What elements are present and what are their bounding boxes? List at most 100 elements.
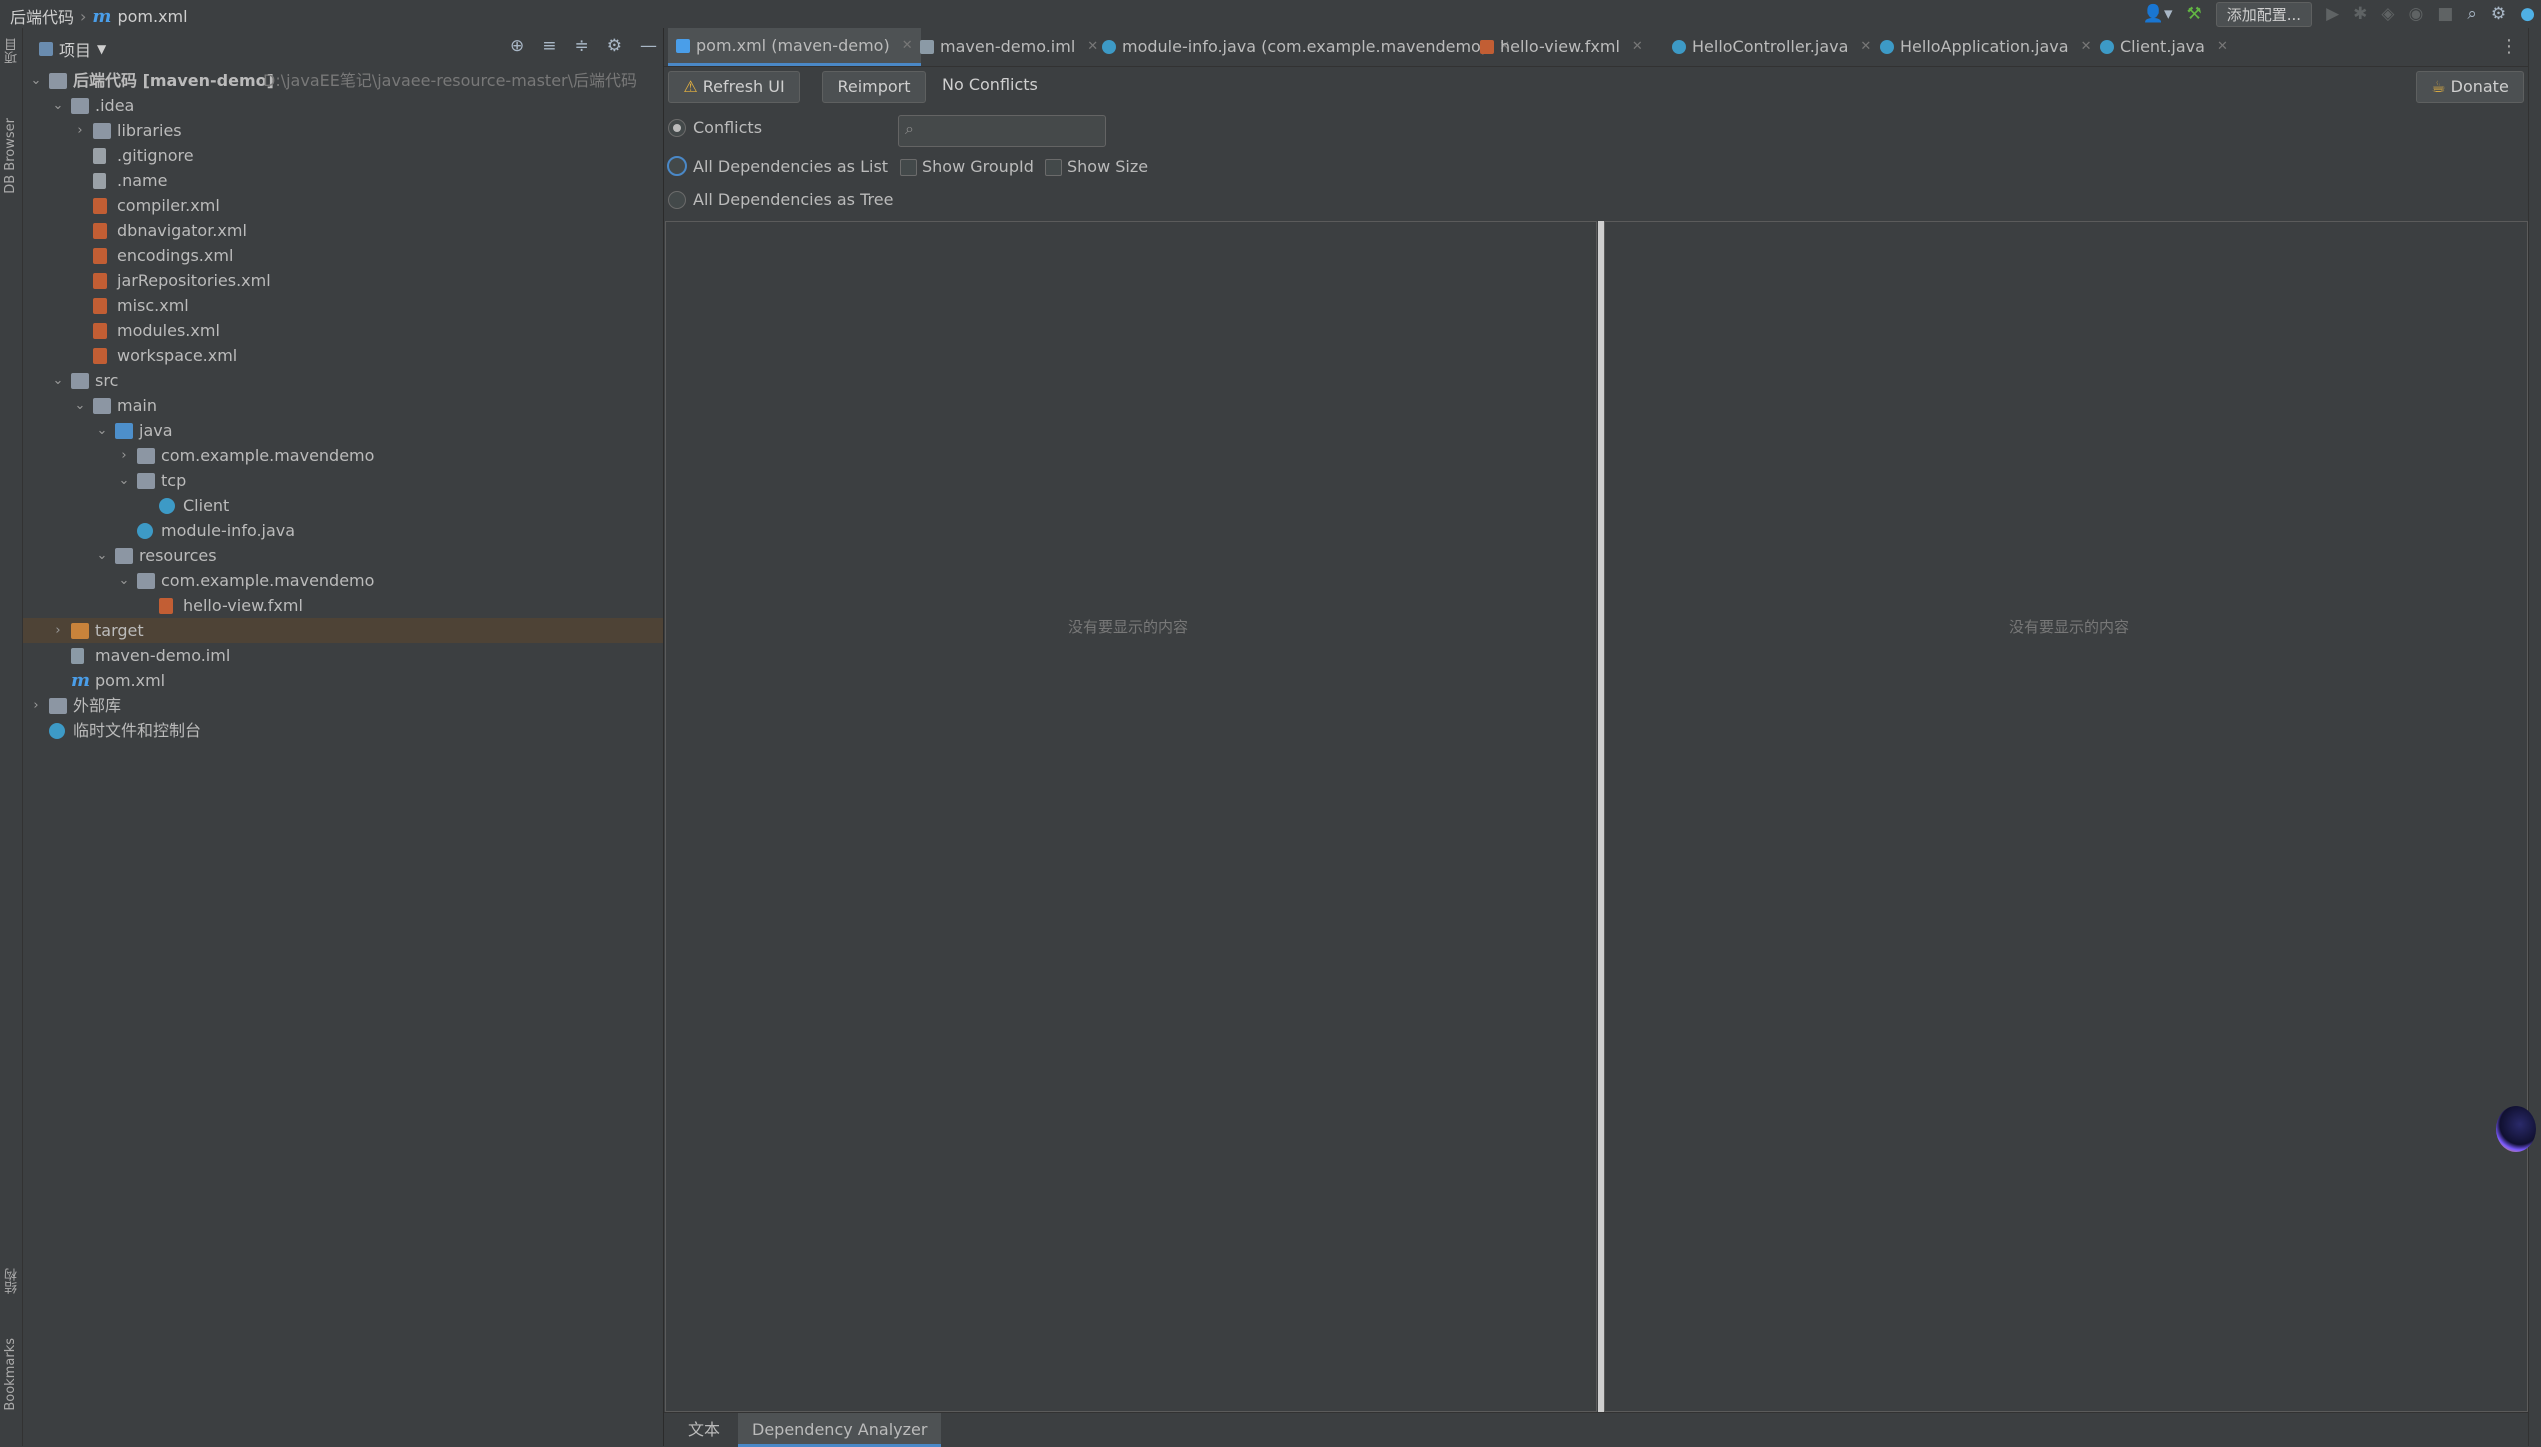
conflicts-radio[interactable]: [668, 119, 686, 137]
show-size-checkbox[interactable]: [1045, 159, 1062, 176]
tree-item[interactable]: maven-demo.iml: [23, 643, 663, 668]
conflicts-radio-label[interactable]: Conflicts: [693, 118, 762, 137]
structure-tool-tab[interactable]: 结构: [3, 1268, 22, 1294]
bookmarks-tool-tab[interactable]: Bookmarks: [3, 1338, 18, 1411]
tree-item[interactable]: › 外部库: [23, 693, 663, 718]
add-configuration-button[interactable]: 添加配置...: [2215, 1, 2313, 27]
chevron-right-icon[interactable]: ›: [29, 693, 43, 718]
editor-tab[interactable]: maven-demo.iml ✕: [912, 28, 1106, 66]
expand-all-icon[interactable]: ≡: [542, 36, 556, 56]
maven-icon: m: [71, 670, 91, 691]
tree-item[interactable]: › target: [23, 618, 663, 643]
tree-item[interactable]: › libraries: [23, 118, 663, 143]
plugin-icon[interactable]: ●: [2520, 4, 2535, 24]
chevron-right-icon[interactable]: ›: [51, 618, 65, 643]
assistant-orb-icon[interactable]: [2496, 1106, 2536, 1152]
refresh-ui-button[interactable]: ⚠ Refresh UI: [668, 71, 800, 103]
tree-item-label: tcp: [161, 471, 187, 490]
all-dependencies-list-radio[interactable]: [667, 156, 687, 176]
chevron-down-icon[interactable]: ⌄: [73, 393, 87, 418]
tree-item[interactable]: compiler.xml: [23, 193, 663, 218]
close-icon[interactable]: ✕: [902, 27, 913, 65]
chevron-down-icon[interactable]: ⌄: [29, 68, 43, 93]
tree-item[interactable]: workspace.xml: [23, 343, 663, 368]
hide-icon[interactable]: —: [640, 36, 657, 56]
donate-button[interactable]: ☕ Donate: [2416, 71, 2524, 103]
tree-item[interactable]: misc.xml: [23, 293, 663, 318]
profile-icon[interactable]: ◉: [2408, 4, 2423, 24]
tree-item[interactable]: jarRepositories.xml: [23, 268, 663, 293]
file-java-icon: [2100, 40, 2114, 54]
tree-item[interactable]: m pom.xml: [23, 668, 663, 693]
gear-icon[interactable]: ⚙: [607, 36, 622, 56]
tree-item[interactable]: 临时文件和控制台: [23, 718, 663, 743]
tree-item[interactable]: dbnavigator.xml: [23, 218, 663, 243]
reimport-button[interactable]: Reimport: [822, 71, 926, 103]
run-icon[interactable]: ▶: [2326, 4, 2339, 24]
breadcrumb-file[interactable]: pom.xml: [117, 7, 187, 26]
build-hammer-icon[interactable]: ⚒: [2187, 4, 2202, 24]
locate-icon[interactable]: ⊕: [510, 36, 524, 56]
donate-icon: ☕: [2431, 77, 2446, 96]
tree-item[interactable]: ⌄ .idea: [23, 93, 663, 118]
tree-item[interactable]: ⌄ resources: [23, 543, 663, 568]
editor-tab[interactable]: pom.xml (maven-demo) ✕: [668, 28, 921, 66]
gear-icon[interactable]: ⚙: [2491, 4, 2506, 24]
chevron-down-icon[interactable]: ⌄: [95, 418, 109, 443]
tree-item[interactable]: › com.example.mavendemo: [23, 443, 663, 468]
file-xml-icon: [93, 273, 107, 289]
tree-item[interactable]: module-info.java: [23, 518, 663, 543]
close-icon[interactable]: ✕: [1632, 28, 1643, 66]
all-dependencies-tree-label[interactable]: All Dependencies as Tree: [693, 190, 893, 209]
user-icon[interactable]: 👤▾: [2143, 4, 2173, 24]
breadcrumb-project[interactable]: 后端代码: [10, 4, 74, 28]
tree-item[interactable]: ⌄ src: [23, 368, 663, 393]
close-icon[interactable]: ✕: [1860, 28, 1871, 66]
all-dependencies-list-label[interactable]: All Dependencies as List: [693, 157, 888, 176]
tree-item[interactable]: .gitignore: [23, 143, 663, 168]
all-dependencies-tree-radio[interactable]: [668, 191, 686, 209]
tree-item[interactable]: ⌄ main: [23, 393, 663, 418]
tree-item[interactable]: ⌄ 后端代码 [maven-demo] D:\javaEE笔记\javaee-res…: [23, 68, 663, 93]
chevron-down-icon[interactable]: ⌄: [117, 568, 131, 593]
chevron-down-icon[interactable]: ⌄: [51, 93, 65, 118]
chevron-down-icon[interactable]: ⌄: [51, 368, 65, 393]
tab-text[interactable]: 文本: [674, 1413, 734, 1447]
show-groupid-checkbox[interactable]: [900, 159, 917, 176]
show-groupid-label[interactable]: Show GroupId: [922, 157, 1034, 176]
close-icon[interactable]: ✕: [2217, 28, 2228, 66]
editor-tab[interactable]: HelloController.java ✕: [1664, 28, 1879, 66]
editor-tab[interactable]: HelloApplication.java ✕: [1872, 28, 2099, 66]
editor-tab[interactable]: hello-view.fxml ✕: [1472, 28, 1651, 66]
tree-item[interactable]: ⌄ com.example.mavendemo: [23, 568, 663, 593]
debug-icon[interactable]: ✱: [2353, 4, 2367, 24]
db-browser-tool-tab[interactable]: DB Browser: [3, 118, 18, 194]
tree-item[interactable]: Client: [23, 493, 663, 518]
coverage-icon[interactable]: ◈: [2381, 4, 2394, 24]
collapse-all-icon[interactable]: ≑: [575, 36, 589, 56]
dependency-details-pane[interactable]: 没有要显示的内容: [1604, 221, 2528, 1412]
project-tool-tab[interactable]: 项目: [3, 38, 22, 64]
tree-item[interactable]: encodings.xml: [23, 243, 663, 268]
editor-tab[interactable]: Client.java ✕: [2092, 28, 2236, 66]
more-tabs-icon[interactable]: ⋮: [2500, 36, 2518, 57]
tab-dependency-analyzer[interactable]: Dependency Analyzer: [738, 1413, 942, 1447]
project-view-selector[interactable]: 项目 ▼: [39, 37, 106, 61]
tree-item[interactable]: ⌄ tcp: [23, 468, 663, 493]
chevron-down-icon[interactable]: ⌄: [95, 543, 109, 568]
dependency-list-pane[interactable]: 没有要显示的内容: [665, 221, 1597, 1412]
editor-tab[interactable]: module-info.java (com.example.mavendemo)…: [1094, 28, 1518, 66]
tree-item-label: dbnavigator.xml: [117, 221, 247, 240]
chevron-right-icon[interactable]: ›: [117, 443, 131, 468]
chevron-down-icon[interactable]: ⌄: [117, 468, 131, 493]
stop-icon[interactable]: ■: [2437, 4, 2453, 24]
search-input[interactable]: ⌕: [898, 115, 1106, 147]
search-icon[interactable]: ⌕: [2467, 4, 2477, 24]
chevron-right-icon[interactable]: ›: [73, 118, 87, 143]
show-size-label[interactable]: Show Size: [1067, 157, 1148, 176]
tree-item[interactable]: modules.xml: [23, 318, 663, 343]
tree-item[interactable]: hello-view.fxml: [23, 593, 663, 618]
tree-item[interactable]: .name: [23, 168, 663, 193]
tree-item[interactable]: ⌄ java: [23, 418, 663, 443]
close-icon[interactable]: ✕: [2081, 28, 2092, 66]
